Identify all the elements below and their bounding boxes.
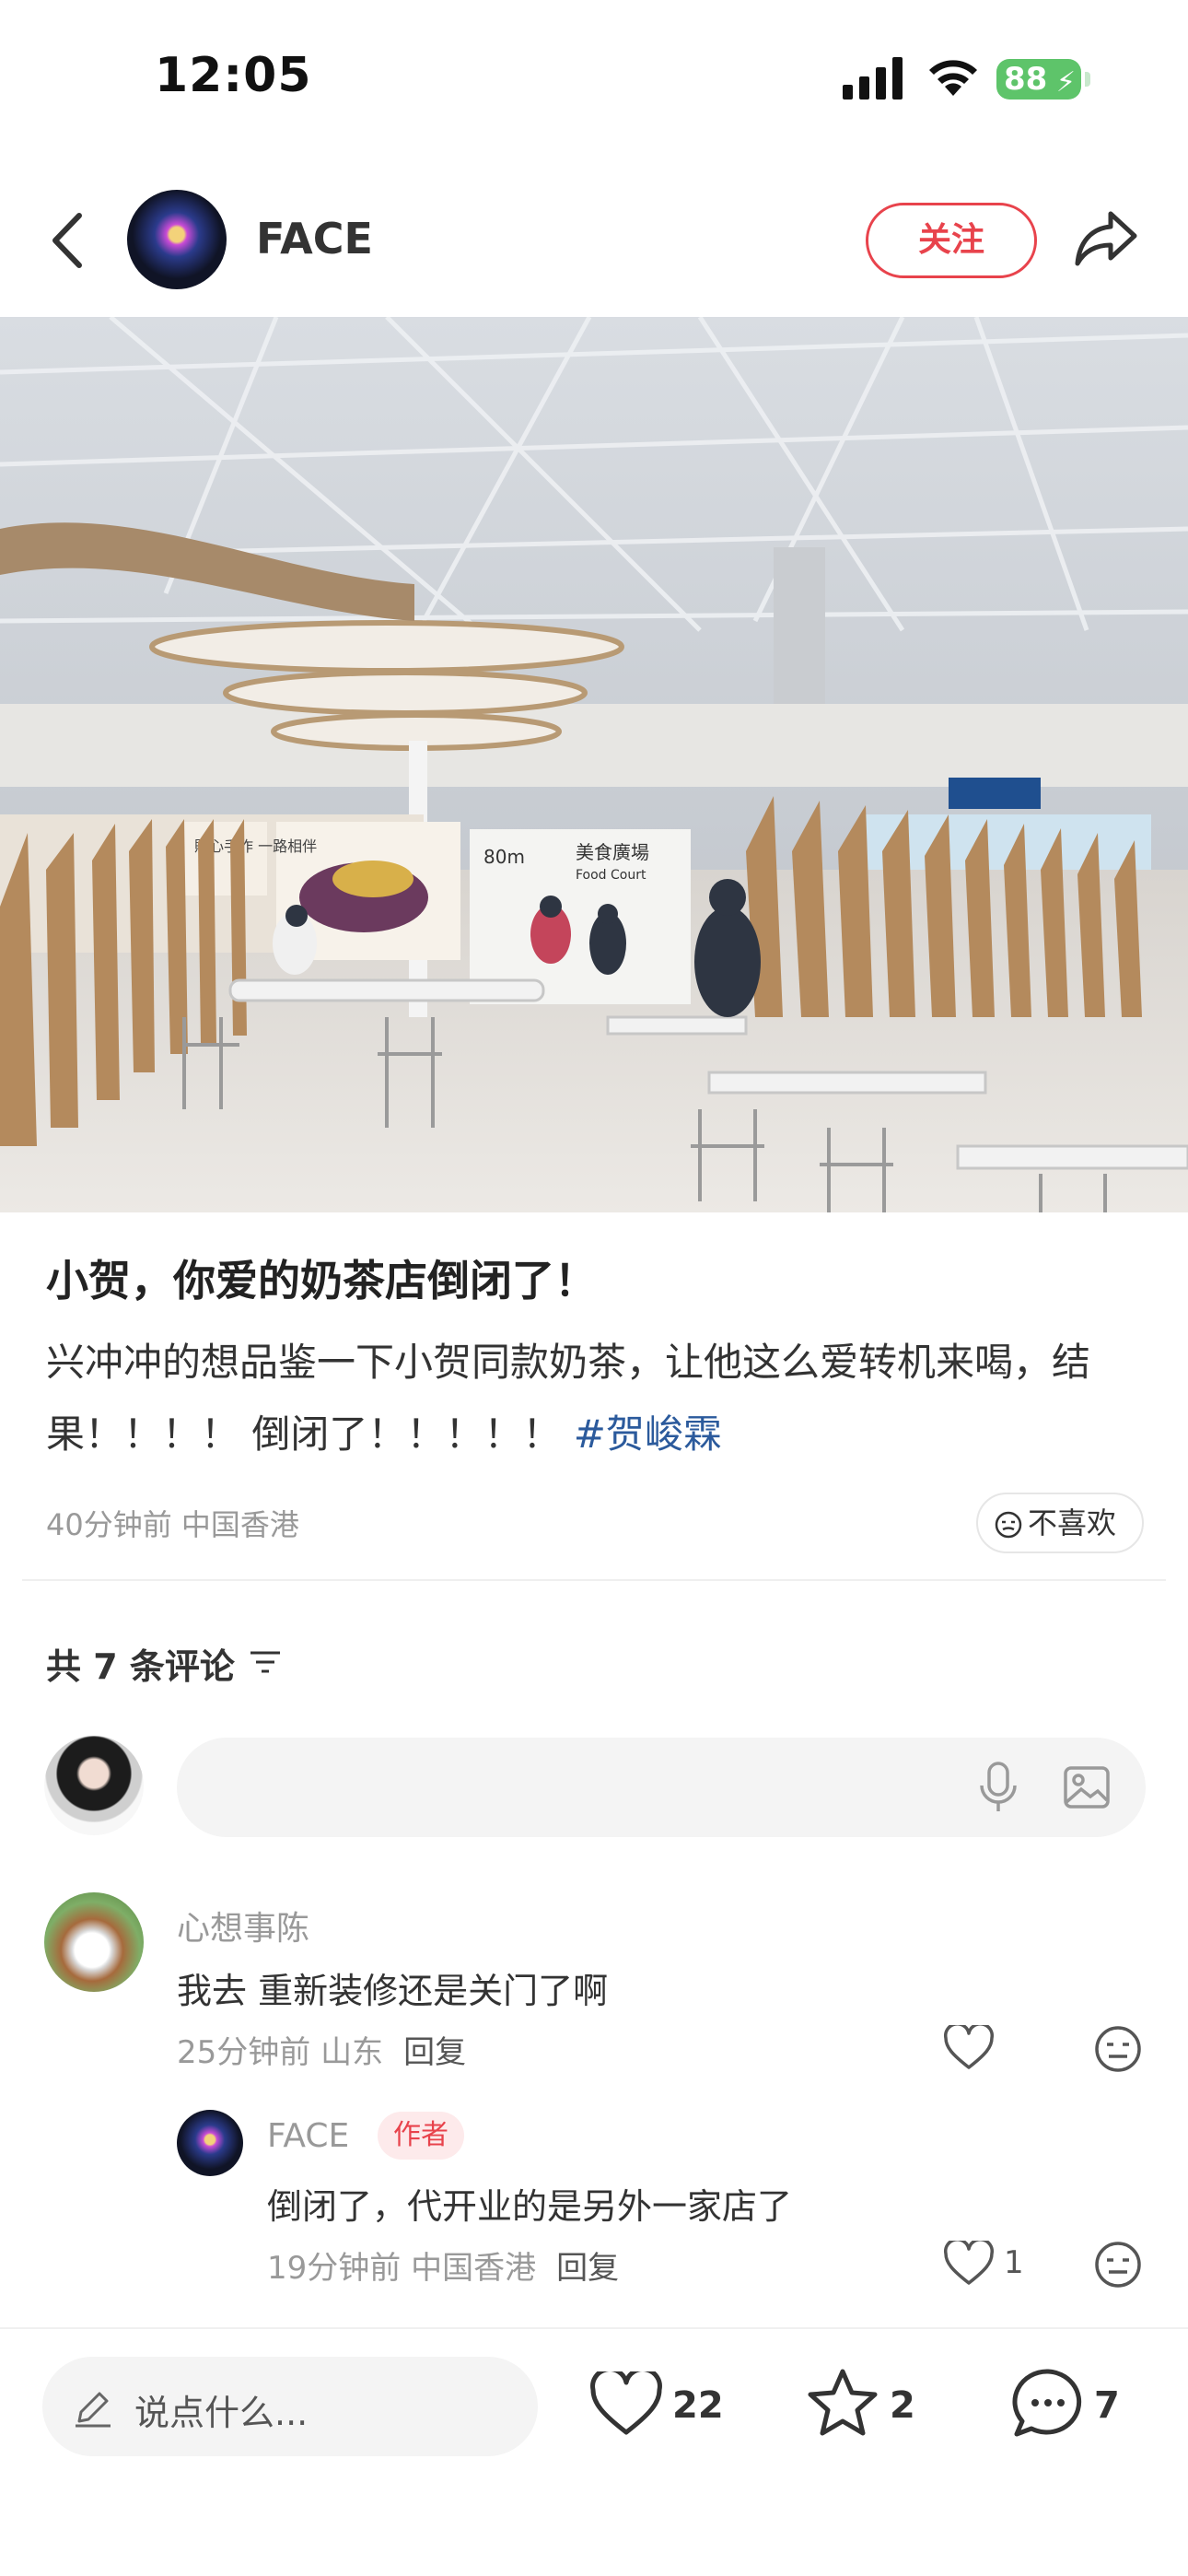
mic-icon[interactable] <box>978 1762 1019 1813</box>
pen-icon <box>76 2392 111 2428</box>
follow-button[interactable]: 关注 <box>866 203 1037 278</box>
meh-face-icon[interactable] <box>1094 2025 1142 2073</box>
comment-meta: 25分钟前 山东 回复 <box>177 2027 466 2072</box>
sign-distance: 80m <box>483 846 525 868</box>
reply-button[interactable]: 回复 <box>403 2034 466 2071</box>
reply-time-location: 19分钟前 中国香港 <box>267 2250 537 2287</box>
hashtag-link[interactable]: #贺峻霖 <box>574 1411 722 1457</box>
sign-food-court-en: Food Court <box>576 868 646 883</box>
reply-button[interactable]: 回复 <box>556 2250 619 2287</box>
author-name[interactable]: FACE <box>256 214 373 263</box>
heart-icon[interactable] <box>943 2241 995 2287</box>
meh-face-icon[interactable] <box>1094 2241 1142 2289</box>
reply-meta: 19分钟前 中国香港 回复 <box>267 2242 619 2288</box>
reply-text: 倒闭了，代开业的是另外一家店了 <box>267 2186 793 2227</box>
sort-icon[interactable] <box>249 1647 282 1677</box>
wifi-icon <box>929 60 977 96</box>
post-meta: 40分钟前 中国香港 <box>46 1507 299 1542</box>
comment-icon[interactable] <box>1011 2368 1085 2440</box>
comment-count: 共 7 条评论 <box>46 1646 235 1687</box>
post-title: 小贺，你爱的奶茶店倒闭了！ <box>46 1256 597 1306</box>
battery-indicator: 88 ⚡ <box>996 59 1090 100</box>
heart-icon[interactable] <box>589 2371 663 2438</box>
image-icon[interactable] <box>1063 1765 1111 1809</box>
comment-time-location: 25分钟前 山东 <box>177 2034 384 2071</box>
heart-icon[interactable] <box>943 2025 995 2071</box>
comment-total: 7 <box>1094 2384 1120 2427</box>
reply-like-count: 1 <box>1004 2244 1024 2281</box>
star-icon[interactable] <box>807 2368 879 2438</box>
meh-face-icon <box>995 1511 1022 1539</box>
battery-level: 88 <box>1004 61 1048 98</box>
comment-text: 我去 重新装修还是关门了啊 <box>177 1971 609 2011</box>
divider <box>22 1579 1166 1581</box>
signal-icon <box>843 57 903 100</box>
commenter-name[interactable]: 心想事陈 <box>177 1902 309 1950</box>
reply-author-name[interactable]: FACE <box>267 2117 349 2155</box>
post-body-text: 兴冲冲的想品鉴一下小贺同款奶茶，让他这么爱转机来喝，结果！！！！ 倒闭了！！！！… <box>46 1340 1091 1457</box>
commenter-avatar[interactable] <box>44 1892 144 1992</box>
current-user-avatar[interactable] <box>44 1736 144 1835</box>
post-body: 兴冲冲的想品鉴一下小贺同款奶茶，让他这么爱转机来喝，结果！！！！ 倒闭了！！！！… <box>46 1327 1142 1470</box>
like-count: 22 <box>672 2384 724 2427</box>
sign-food-court-cn: 美食廣場 <box>576 841 649 863</box>
share-icon[interactable] <box>1074 205 1140 271</box>
author-avatar[interactable] <box>127 190 227 289</box>
charging-icon: ⚡ <box>1055 66 1076 99</box>
say-something-placeholder[interactable]: 说点什么... <box>134 2384 308 2435</box>
post-photo[interactable]: 貼心手作 一路相伴 80m 美食廣場 Food Court <box>0 317 1188 1212</box>
status-time: 12:05 <box>155 48 312 103</box>
dislike-button[interactable]: 不喜欢 <box>976 1493 1144 1553</box>
star-count: 2 <box>890 2384 915 2427</box>
bottom-divider <box>0 2327 1188 2329</box>
dislike-label: 不喜欢 <box>1028 1505 1117 1540</box>
author-badge: 作者 <box>378 2112 464 2160</box>
reply-author-avatar[interactable] <box>177 2110 243 2176</box>
back-icon[interactable] <box>50 210 87 271</box>
